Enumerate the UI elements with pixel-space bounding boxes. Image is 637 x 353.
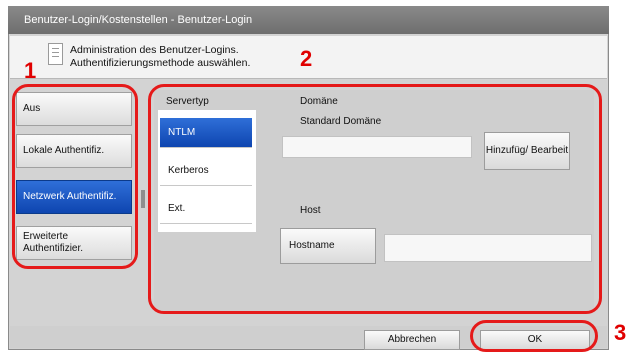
auth-network-label: Netzwerk Authentifiz. [23, 191, 117, 202]
window-title: Benutzer-Login/Kostenstellen - Benutzer-… [8, 6, 609, 34]
ok-button[interactable]: OK [480, 330, 590, 350]
auth-extended-button[interactable]: Erweiterte Authentifizier. [16, 226, 132, 260]
domain-label: Domäne [300, 96, 338, 107]
document-icon [48, 43, 63, 65]
server-type-label: Servertyp [166, 96, 209, 107]
domain-edit-button[interactable]: Hinzufüg/ Bearbeit [484, 132, 570, 170]
auth-method-panel: Aus Lokale Authentifiz. Netzwerk Authent… [14, 86, 140, 270]
server-type-ext[interactable]: Ext. [160, 194, 252, 224]
domain-field[interactable] [282, 136, 472, 158]
auth-local-button[interactable]: Lokale Authentifiz. [16, 134, 132, 168]
auth-off-label: Aus [23, 103, 41, 114]
auth-off-button[interactable]: Aus [16, 92, 132, 126]
auth-network-button[interactable]: Netzwerk Authentifiz. [16, 180, 132, 214]
message-line-2: Authentifizierungsmethode auswählen. [70, 57, 251, 69]
callout-3: 3 [614, 320, 627, 345]
server-type-list: NTLM Kerberos Ext. [158, 110, 256, 232]
hostname-button[interactable]: Hostname [280, 228, 376, 264]
cancel-button[interactable]: Abbrechen [364, 330, 460, 350]
message-line-1: Administration des Benutzer-Logins. [70, 44, 239, 56]
header-message: Administration des Benutzer-Logins. Auth… [70, 44, 250, 70]
server-type-ntlm[interactable]: NTLM [160, 118, 252, 148]
host-label: Host [300, 205, 321, 216]
callout-1: 1 [24, 58, 37, 83]
left-scroll-indicator [141, 190, 145, 208]
standard-domain-label: Standard Domäne [300, 116, 382, 127]
auth-local-label: Lokale Authentifiz. [23, 145, 105, 156]
server-type-kerberos[interactable]: Kerberos [160, 156, 252, 186]
callout-2: 2 [300, 46, 313, 71]
auth-extended-label: Erweiterte Authentifizier. [23, 231, 84, 254]
hostname-field[interactable] [384, 234, 592, 262]
